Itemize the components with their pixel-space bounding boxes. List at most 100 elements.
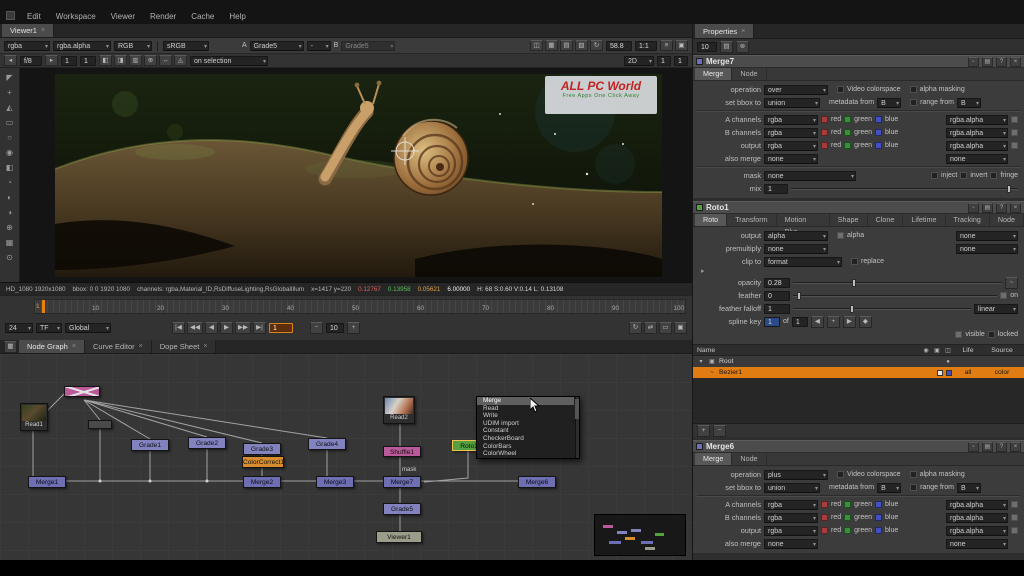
tool-icon[interactable]: ◉ xyxy=(2,145,18,160)
operation-select[interactable]: plus xyxy=(764,470,828,480)
panel-header-icon[interactable]: × xyxy=(1010,57,1021,67)
viewer-toolbar-icon[interactable]: ▦ xyxy=(545,40,558,51)
mix-slider[interactable] xyxy=(791,184,1018,194)
shape-life-value[interactable]: all xyxy=(955,369,981,376)
wipe-blend-select[interactable]: - xyxy=(307,41,331,51)
opacity-field[interactable]: 0.28 xyxy=(764,278,790,288)
properties-toolbar-icon[interactable]: ▤ xyxy=(720,41,733,53)
shape-list-row-bezier1[interactable]: ~ Bezier1 all color xyxy=(693,367,1024,378)
timeline-icon[interactable]: ▣ xyxy=(674,322,687,334)
viewer-toolbar-icon[interactable]: ▣ xyxy=(675,40,688,51)
eye-icon[interactable]: ● xyxy=(944,359,952,365)
dock-tab[interactable]: Curve Editor × xyxy=(85,340,152,353)
layout-icon[interactable]: ▦ xyxy=(4,341,17,353)
also-merge-select[interactable]: none xyxy=(764,154,818,164)
tool-icon[interactable]: ◔ xyxy=(2,175,18,190)
node-disabled-shuffle[interactable] xyxy=(64,386,100,397)
disclosure-icon[interactable]: ▸ xyxy=(697,268,1020,276)
lock-icon[interactable]: ▣ xyxy=(933,347,941,354)
step-plus-button[interactable]: + xyxy=(347,322,360,334)
red-checkbox[interactable] xyxy=(821,501,828,508)
roto-tab[interactable]: Lifetime xyxy=(903,214,945,226)
red-checkbox[interactable] xyxy=(821,142,828,149)
feather-falloff-slider[interactable] xyxy=(793,304,971,314)
roto-tab[interactable]: Tracking xyxy=(946,214,990,226)
shape-list-row-root[interactable]: ▾ ▣ Root ● xyxy=(693,356,1024,367)
also-merge-channel-select[interactable]: none xyxy=(946,154,1008,164)
roto-tab[interactable]: Roto xyxy=(695,214,727,226)
fps-select[interactable]: 24 xyxy=(5,323,33,333)
menu-option[interactable]: ColorWheel xyxy=(477,450,574,458)
green-checkbox[interactable] xyxy=(844,501,851,508)
close-icon[interactable]: × xyxy=(41,27,45,34)
video-colorspace-checkbox[interactable] xyxy=(837,471,844,478)
red-checkbox[interactable] xyxy=(821,527,828,534)
tool-icon[interactable]: ⊙ xyxy=(2,250,18,265)
menu-option[interactable]: ColorBars xyxy=(477,443,574,451)
tab-merge[interactable]: Merge xyxy=(695,68,732,80)
tool-icon[interactable]: ◐ xyxy=(2,190,18,205)
panel-header-icon[interactable]: × xyxy=(1010,442,1021,452)
viewer-toolbar-icon[interactable]: ◫ xyxy=(530,40,543,51)
green-checkbox[interactable] xyxy=(844,142,851,149)
panel-header-icon[interactable]: ▤ xyxy=(982,203,993,213)
range-select[interactable]: B xyxy=(957,483,981,493)
locked-checkbox[interactable] xyxy=(988,331,995,338)
alpha-checkbox[interactable] xyxy=(1011,129,1018,136)
alpha-masking-checkbox[interactable] xyxy=(910,86,917,93)
node-merge1[interactable]: Merge1 xyxy=(28,476,66,488)
panel-header-icon[interactable]: ▫ xyxy=(968,203,979,213)
roto-tab[interactable]: Shape xyxy=(830,214,868,226)
animation-menu-icon[interactable]: ~ xyxy=(1005,277,1018,289)
view-index-field[interactable]: 1 xyxy=(657,56,671,66)
frame-range-scope-select[interactable]: Global xyxy=(65,323,111,333)
gain-field[interactable]: 1 xyxy=(61,56,77,66)
viewer-toolbar-icon[interactable]: ◧ xyxy=(99,55,112,66)
visible-checkbox[interactable] xyxy=(955,331,962,338)
node-grade5[interactable]: Grade5 xyxy=(383,503,421,515)
key-nav-icon[interactable]: ◀ xyxy=(811,316,824,328)
spline-key-current-field[interactable]: 1 xyxy=(764,317,780,327)
blue-checkbox[interactable] xyxy=(875,514,882,521)
feather-falloff-field[interactable]: 1 xyxy=(764,304,790,314)
fringe-checkbox[interactable] xyxy=(990,172,997,179)
node-dot[interactable] xyxy=(88,420,112,429)
playhead[interactable] xyxy=(42,300,45,313)
blue-checkbox[interactable] xyxy=(875,501,882,508)
green-checkbox[interactable] xyxy=(844,514,851,521)
node-grade4[interactable]: Grade4 xyxy=(308,438,346,450)
alpha-masking-checkbox[interactable] xyxy=(910,471,917,478)
node-read1[interactable]: Read1 xyxy=(20,403,48,431)
key-nav-icon[interactable]: ◆ xyxy=(859,316,872,328)
layer-select[interactable]: rgba xyxy=(4,41,50,51)
roi-mode-select[interactable]: on selection xyxy=(190,56,268,66)
panel-header[interactable]: Merge6 ▫▤?× xyxy=(693,440,1024,453)
node-graph-overview[interactable] xyxy=(594,514,686,556)
display-channels-select[interactable]: RGB xyxy=(114,41,152,51)
tool-icon[interactable]: + xyxy=(2,85,18,100)
viewer-toolbar-icon[interactable]: ◬ xyxy=(174,55,187,66)
invert-checkbox[interactable] xyxy=(960,172,967,179)
range-select[interactable]: B xyxy=(957,98,981,108)
view-mode-select[interactable]: 2D xyxy=(624,56,654,66)
transport-button[interactable]: |◀ xyxy=(172,322,185,334)
output-select[interactable]: alpha xyxy=(764,231,828,241)
alpha-checkbox[interactable] xyxy=(1011,501,1018,508)
node-merge6[interactable]: Merge6 xyxy=(518,476,556,488)
tab-properties[interactable]: Properties × xyxy=(695,24,754,38)
node-colorcorrect1[interactable]: ColorCorrect1 xyxy=(242,456,284,468)
tab-search-menu[interactable]: MergeReadWriteUDIM importConstantChecker… xyxy=(476,396,580,459)
viewer-toolbar-icon[interactable]: ◨ xyxy=(114,55,127,66)
alpha-checkbox[interactable] xyxy=(1011,527,1018,534)
clip-to-select[interactable]: format xyxy=(764,257,842,267)
dock-tab[interactable]: Node Graph × xyxy=(19,340,85,353)
viewer-toolbar-icon[interactable]: ⊕ xyxy=(144,55,157,66)
menu-option[interactable]: Merge xyxy=(477,397,574,405)
tool-icon[interactable]: ◑ xyxy=(2,205,18,220)
tool-icon[interactable]: ◤ xyxy=(2,70,18,85)
mix-field[interactable]: 1 xyxy=(764,184,788,194)
shape-attr-chip[interactable] xyxy=(937,370,943,376)
blue-checkbox[interactable] xyxy=(875,527,882,534)
alpha-channel-select[interactable]: rgba.alpha xyxy=(946,115,1008,125)
panel-header-icon[interactable]: ? xyxy=(996,203,1007,213)
